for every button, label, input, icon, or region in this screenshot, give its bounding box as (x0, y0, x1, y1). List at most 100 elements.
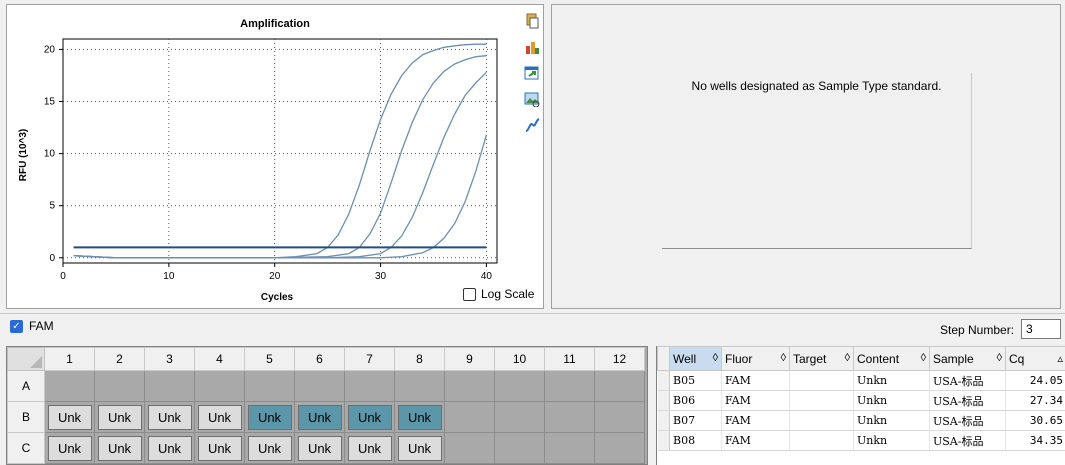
plate-cell[interactable]: Unk (94, 432, 145, 464)
well-B7[interactable]: Unk (347, 405, 392, 430)
plate-cell[interactable] (244, 370, 295, 402)
plate-cell[interactable]: Unk (294, 401, 345, 433)
column-header-content[interactable]: Content ◊ (853, 346, 930, 371)
row-selector[interactable] (657, 430, 670, 451)
well-C4[interactable]: Unk (197, 436, 242, 461)
plate-cell[interactable] (344, 370, 395, 402)
plate-cell[interactable]: Unk (244, 432, 295, 464)
plate-cell[interactable]: Unk (144, 401, 195, 433)
table-row[interactable]: B07 FAM Unkn USA-标品 30.65 (657, 410, 1065, 431)
plate-cell[interactable]: Unk (294, 432, 345, 464)
plate-row-header[interactable]: A (7, 370, 45, 402)
plate-row-header[interactable]: C (7, 432, 45, 464)
plate-cell[interactable] (44, 370, 95, 402)
well-C5[interactable]: Unk (247, 436, 292, 461)
well-C1[interactable]: Unk (47, 436, 92, 461)
well-C6[interactable]: Unk (297, 436, 342, 461)
well-B2[interactable]: Unk (97, 405, 142, 430)
well-B8[interactable]: Unk (397, 405, 442, 430)
column-header-cq[interactable]: Cq ▵ (1005, 346, 1065, 371)
plate-cell[interactable] (594, 401, 645, 433)
plate-cell[interactable] (544, 370, 595, 402)
plate-column-header[interactable]: 3 (144, 347, 195, 371)
well-B3[interactable]: Unk (147, 405, 192, 430)
column-header-target[interactable]: Target ◊ (789, 346, 854, 371)
step-number-input[interactable] (1021, 319, 1061, 339)
sort-icon[interactable]: ◊ (713, 352, 718, 364)
plate-column-header[interactable]: 1 (44, 347, 95, 371)
well-C7[interactable]: Unk (347, 436, 392, 461)
table-row[interactable]: B06 FAM Unkn USA-标品 27.34 (657, 390, 1065, 411)
plate-cell[interactable] (444, 432, 495, 464)
sort-icon[interactable]: ▵ (1057, 352, 1063, 365)
plate-cell[interactable] (544, 401, 595, 433)
column-header-sample[interactable]: Sample ◊ (929, 346, 1006, 371)
column-header-well[interactable]: Well ◊ (669, 346, 722, 371)
log-scale-toggle[interactable]: Log Scale (463, 287, 534, 301)
fam-checkbox[interactable]: ✓ (10, 320, 23, 333)
plate-cell[interactable] (294, 370, 345, 402)
plate-select-all[interactable] (7, 347, 45, 371)
plate-cell[interactable] (94, 370, 145, 402)
plate-cell[interactable] (594, 370, 645, 402)
plate-column-header[interactable]: 9 (444, 347, 495, 371)
plate-cell[interactable]: Unk (244, 401, 295, 433)
plate-cell[interactable] (144, 370, 195, 402)
plate-column-header[interactable]: 4 (194, 347, 245, 371)
plate-cell[interactable] (494, 401, 545, 433)
copy-icon[interactable] (523, 13, 541, 31)
well-C8[interactable]: Unk (397, 436, 442, 461)
row-selector[interactable] (657, 410, 670, 431)
well-B6[interactable]: Unk (297, 405, 342, 430)
plate-column-header[interactable]: 8 (394, 347, 445, 371)
well-C2[interactable]: Unk (97, 436, 142, 461)
plate-cell[interactable]: Unk (394, 401, 445, 433)
image-icon[interactable] (523, 91, 541, 109)
plate-cell[interactable] (194, 370, 245, 402)
plate-cell[interactable]: Unk (144, 432, 195, 464)
plate-column-header[interactable]: 10 (494, 347, 545, 371)
plate-cell[interactable]: Unk (44, 432, 95, 464)
results-select-all[interactable] (657, 346, 670, 371)
chart-settings-icon[interactable] (523, 39, 541, 57)
sort-icon[interactable]: ◊ (997, 352, 1002, 364)
plate-cell[interactable] (394, 370, 445, 402)
plate-cell[interactable]: Unk (194, 432, 245, 464)
cell-cq: 27.34 (1005, 390, 1065, 411)
plate-column-header[interactable]: 12 (594, 347, 645, 371)
sort-icon[interactable]: ◊ (845, 352, 850, 364)
plate-column-header[interactable]: 6 (294, 347, 345, 371)
plate-cell[interactable]: Unk (344, 432, 395, 464)
export-icon[interactable] (523, 65, 541, 83)
curve-fit-icon[interactable] (523, 117, 541, 135)
plate-cell[interactable]: Unk (344, 401, 395, 433)
row-selector[interactable] (657, 370, 670, 391)
plate-cell[interactable] (544, 432, 595, 464)
plate-cell[interactable] (494, 432, 545, 464)
plate-cell[interactable]: Unk (94, 401, 145, 433)
plate-cell[interactable] (594, 432, 645, 464)
column-header-fluor[interactable]: Fluor ◊ (721, 346, 790, 371)
plate-cell[interactable]: Unk (394, 432, 445, 464)
plate-cell[interactable]: Unk (44, 401, 95, 433)
plate-column-header[interactable]: 2 (94, 347, 145, 371)
table-row[interactable]: B08 FAM Unkn USA-标品 34.35 (657, 430, 1065, 451)
y-tick-label: 0 (49, 253, 55, 264)
plate-cell[interactable]: Unk (194, 401, 245, 433)
well-B5[interactable]: Unk (247, 405, 292, 430)
well-C3[interactable]: Unk (147, 436, 192, 461)
plate-row-header[interactable]: B (7, 401, 45, 433)
well-B4[interactable]: Unk (197, 405, 242, 430)
plate-cell[interactable] (494, 370, 545, 402)
sort-icon[interactable]: ◊ (781, 352, 786, 364)
log-scale-checkbox[interactable] (463, 287, 476, 301)
row-selector[interactable] (657, 390, 670, 411)
well-B1[interactable]: Unk (47, 405, 92, 430)
sort-icon[interactable]: ◊ (921, 352, 926, 364)
plate-cell[interactable] (444, 401, 495, 433)
plate-cell[interactable] (444, 370, 495, 402)
plate-column-header[interactable]: 7 (344, 347, 395, 371)
plate-column-header[interactable]: 11 (544, 347, 595, 371)
plate-column-header[interactable]: 5 (244, 347, 295, 371)
table-row[interactable]: B05 FAM Unkn USA-标品 24.05 (657, 370, 1065, 391)
